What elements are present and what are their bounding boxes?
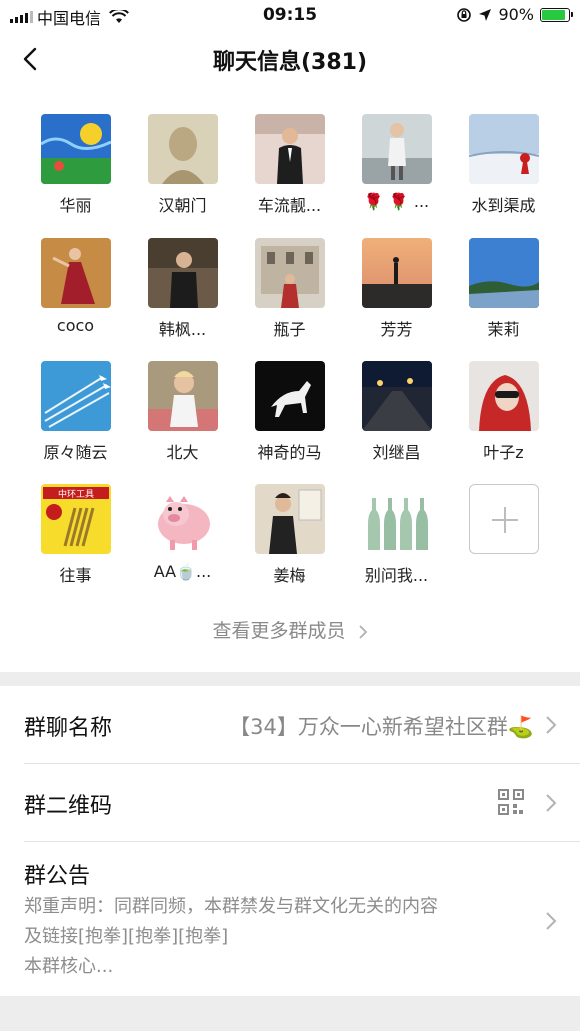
member-avatar[interactable] [254,484,325,554]
member-name: 🌹 🌹 ... [363,192,430,211]
member-avatar[interactable] [147,114,218,184]
chevron-right-icon [546,912,557,930]
member-avatar[interactable] [361,114,432,184]
member-avatar[interactable] [468,114,539,184]
member-item[interactable]: 刘继昌 [343,361,450,463]
member-name: 芳芳 [380,320,413,339]
qrcode-icon [498,789,524,815]
member-name: 原々随云 [43,443,108,462]
group-name-label: 群聊名称 [24,716,113,741]
member-name: 别问我... [364,566,429,585]
member-name: AA🍵... [153,562,212,581]
member-name: coco [56,316,95,335]
page-title: 聊天信息(381) [212,50,368,75]
member-item[interactable]: 华丽 [22,114,129,216]
group-name-row[interactable]: 群聊名称 【34】万众一心新希望社区群⛳ [0,686,580,764]
member-avatar[interactable] [254,114,325,184]
status-bar: 中国电信 09:15 90% [0,0,580,30]
member-item[interactable]: 车流靓... [236,114,343,216]
member-avatar[interactable]: 中环工具 [40,484,111,554]
orientation-lock-icon [457,7,472,22]
member-name: 茉莉 [487,320,520,339]
member-name: 姜梅 [273,566,306,585]
member-avatar[interactable] [254,361,325,431]
member-avatar[interactable] [361,484,432,554]
member-item[interactable]: 汉朝门 [129,114,236,216]
member-avatar[interactable] [40,238,111,308]
member-name: 往事 [59,566,92,585]
group-qrcode-row[interactable]: 群二维码 [0,764,580,842]
view-more-label: 查看更多群成员 [212,620,346,642]
member-item[interactable]: 别问我... [343,484,450,586]
member-item[interactable]: 韩枫... [129,238,236,340]
bottom-spacer [0,996,580,1031]
member-item[interactable]: AA🍵... [129,484,236,581]
nav-bar: 聊天信息(381) [0,30,580,88]
member-avatar[interactable] [254,238,325,308]
qrcode-label: 群二维码 [24,794,113,819]
member-name: 华丽 [59,196,92,215]
member-avatar[interactable] [147,484,218,554]
member-avatar[interactable] [40,114,111,184]
member-item[interactable]: 叶子z [450,361,557,463]
member-item[interactable]: 神奇的马 [236,361,343,463]
member-item[interactable]: 瓶子 [236,238,343,340]
member-name: 叶子z [483,443,524,462]
settings-list: 群聊名称 【34】万众一心新希望社区群⛳ 群二维码 群公告 郑重声明：同群同频，… [0,686,580,996]
notice-line: 郑重声明：同群同频，本群禁发与群文化无关的内容 [24,896,438,917]
member-avatar[interactable] [361,361,432,431]
notice-line: 本群核心... [24,956,114,977]
member-name: 韩枫... [158,320,207,339]
location-icon [479,8,492,21]
member-name: 汉朝门 [158,196,207,215]
member-item[interactable]: coco [22,238,129,335]
member-avatar[interactable] [361,238,432,308]
member-avatar[interactable] [468,238,539,308]
member-item[interactable]: 茉莉 [450,238,557,340]
member-item[interactable]: 原々随云 [22,361,129,463]
chevron-right-icon [546,716,557,734]
member-avatar[interactable] [147,238,218,308]
notice-label: 群公告 [24,864,91,889]
member-avatar[interactable] [468,361,539,431]
member-name: 瓶子 [273,320,306,339]
member-item[interactable]: 姜梅 [236,484,343,586]
battery-percent: 90% [498,5,534,24]
member-item[interactable]: 芳芳 [343,238,450,340]
member-item[interactable]: 🌹 🌹 ... [343,114,450,211]
member-grid: 华丽 汉朝门 车流靓... 🌹 🌹 ... 水到渠成 coco 韩枫... 瓶子… [0,88,580,672]
battery-icon [540,7,573,22]
plus-icon[interactable] [468,484,539,554]
member-item[interactable]: 水到渠成 [450,114,557,216]
member-item[interactable]: 中环工具 往事 [22,484,129,586]
add-member-button[interactable] [450,484,557,554]
member-item[interactable]: 北大 [129,361,236,463]
member-avatar[interactable] [147,361,218,431]
notice-line: 及链接[抱拳][抱拳][抱拳] [24,926,229,947]
member-name: 刘继昌 [372,443,421,462]
member-name: 水到渠成 [471,196,536,215]
chevron-right-icon [358,624,367,639]
member-name: 神奇的马 [257,443,322,462]
member-name: 北大 [166,443,199,462]
member-avatar[interactable] [40,361,111,431]
avatar-logo-text: 中环工具 [57,488,93,500]
view-more-members-link[interactable]: 查看更多群成员 [0,616,580,643]
member-name: 车流靓... [257,196,322,215]
group-notice-row[interactable]: 群公告 郑重声明：同群同频，本群禁发与群文化无关的内容 及链接[抱拳][抱拳][… [0,842,580,996]
chevron-right-icon [546,794,557,812]
group-name-value: 【34】万众一心新希望社区群⛳ [229,715,534,739]
